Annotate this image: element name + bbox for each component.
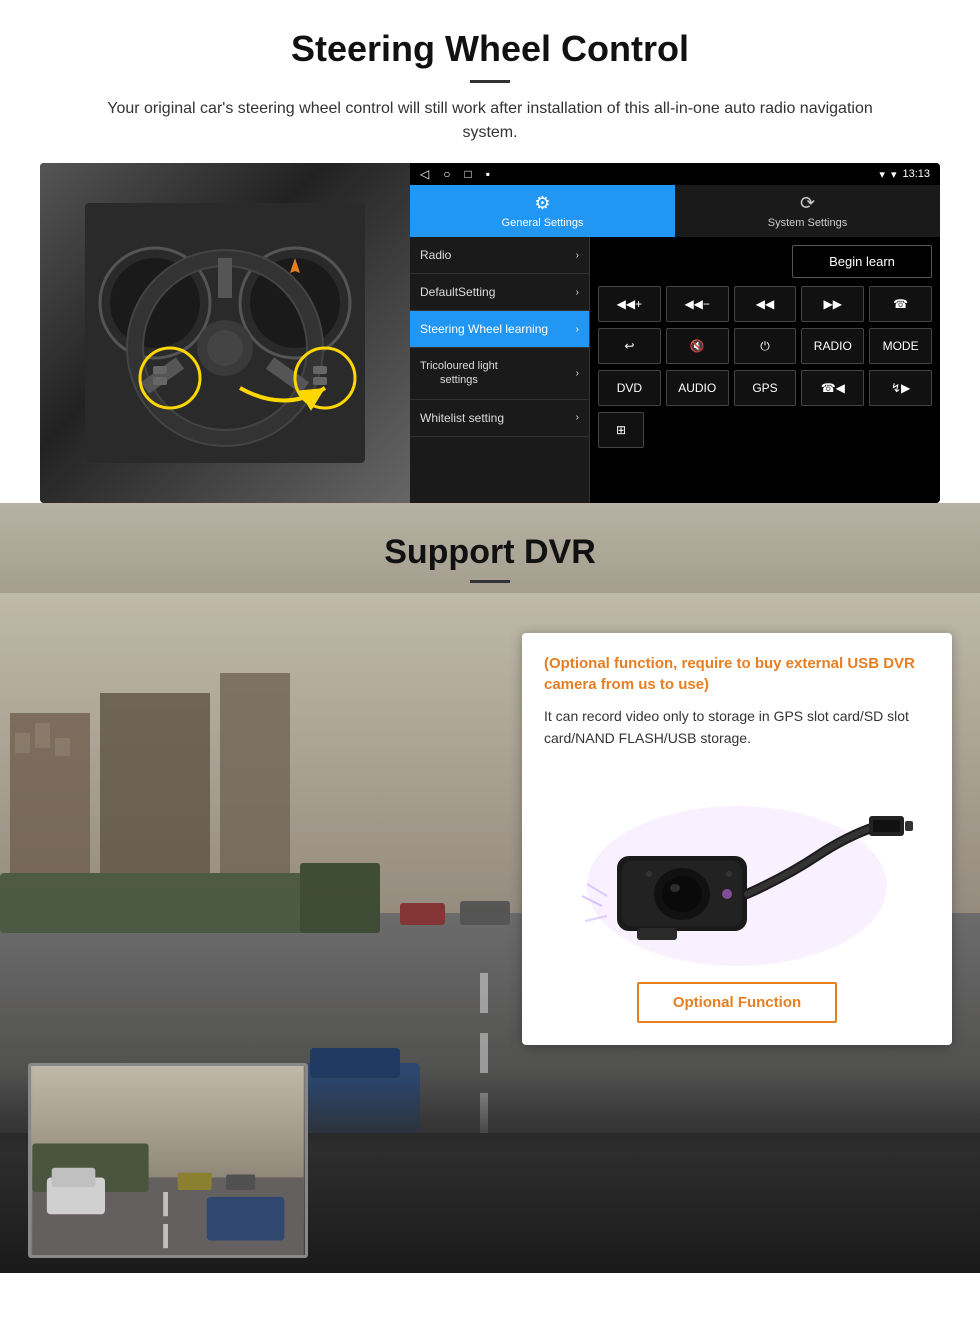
android-ui: ◁ ○ □ ▪ ▾ ▾ 13:13 ⚙ General Settings ⟳ S… (410, 163, 940, 503)
chevron-right-icon: › (576, 324, 579, 335)
dvr-thumbnail (28, 1063, 308, 1258)
dvr-title-area: Support DVR (0, 503, 980, 599)
ctrl-menu[interactable]: ⊞ (598, 412, 644, 448)
tab-bar: ⚙ General Settings ⟳ System Settings (410, 185, 940, 237)
ctrl-audio[interactable]: AUDIO (666, 370, 729, 406)
ctrl-phone[interactable]: ☎ (869, 286, 932, 322)
ctrl-row-2: ↩ 🔇 ⏻ RADIO MODE (598, 328, 932, 364)
dvr-optional-heading: (Optional function, require to buy exter… (544, 653, 930, 695)
ctrl-row-4: ⊞ (598, 412, 932, 448)
dvr-camera-area (544, 766, 930, 966)
menu-tricoloured-label: Tricoloured lightsettings (420, 359, 498, 388)
content-area: Radio › DefaultSetting › Steering Wheel … (410, 237, 940, 503)
car-wheel-image (40, 163, 410, 503)
optional-function-button[interactable]: Optional Function (637, 982, 837, 1023)
ctrl-power[interactable]: ⏻ (734, 328, 797, 364)
gear-icon: ⚙ (534, 193, 550, 214)
tab-general-settings[interactable]: ⚙ General Settings (410, 185, 675, 237)
car-panel: ◁ ○ □ ▪ ▾ ▾ 13:13 ⚙ General Settings ⟳ S… (40, 163, 940, 503)
menu-item-whitelist[interactable]: Whitelist setting › (410, 400, 589, 437)
menu-radio-label: Radio (420, 248, 451, 262)
steering-description: Your original car's steering wheel contr… (80, 97, 900, 145)
status-time: 13:13 (902, 168, 930, 180)
ctrl-row-1: ◀◀+ ◀◀− ◀◀ ▶▶ ☎ (598, 286, 932, 322)
ctrl-prev[interactable]: ◀◀ (734, 286, 797, 322)
ctrl-vol-up[interactable]: ◀◀+ (598, 286, 661, 322)
ctrl-gps[interactable]: GPS (734, 370, 797, 406)
chevron-right-icon: › (576, 287, 579, 298)
menu-steering-label: Steering Wheel learning (420, 322, 548, 336)
signal-icon: ▾ (879, 168, 885, 181)
title-divider (470, 80, 510, 83)
ctrl-mode[interactable]: MODE (869, 328, 932, 364)
nav-back-icon: ◁ (420, 167, 429, 181)
ctrl-phone-next[interactable]: ↯▶ (869, 370, 932, 406)
ctrl-phone-prev[interactable]: ☎◀ (801, 370, 864, 406)
steering-section: Steering Wheel Control Your original car… (0, 0, 980, 503)
menu-list: Radio › DefaultSetting › Steering Wheel … (410, 237, 590, 503)
dvr-title: Support DVR (0, 533, 980, 572)
ctrl-radio[interactable]: RADIO (801, 328, 864, 364)
nav-home-icon: ○ (443, 167, 450, 181)
menu-default-label: DefaultSetting (420, 285, 495, 299)
nav-dot-icon: ▪ (486, 167, 490, 181)
status-bar: ◁ ○ □ ▪ ▾ ▾ 13:13 (410, 163, 940, 185)
dvr-section: Support DVR (Optional function, require … (0, 503, 980, 1273)
dvr-camera-svg (557, 766, 917, 966)
menu-item-radio[interactable]: Radio › (410, 237, 589, 274)
menu-whitelist-label: Whitelist setting (420, 411, 504, 425)
tab-system-settings[interactable]: ⟳ System Settings (675, 185, 940, 237)
wifi-icon: ▾ (891, 168, 897, 181)
menu-item-defaultsetting[interactable]: DefaultSetting › (410, 274, 589, 311)
menu-item-tricoloured[interactable]: Tricoloured lightsettings › (410, 348, 589, 400)
begin-learn-row: Begin learn (598, 245, 932, 278)
dvr-description: It can record video only to storage in G… (544, 705, 930, 750)
ctrl-mute[interactable]: 🔇 (666, 328, 729, 364)
ctrl-row-3: DVD AUDIO GPS ☎◀ ↯▶ (598, 370, 932, 406)
ctrl-dvd[interactable]: DVD (598, 370, 661, 406)
chevron-right-icon: › (576, 250, 579, 261)
controls-area: Begin learn ◀◀+ ◀◀− ◀◀ ▶▶ ☎ ↩ 🔇 ⏻ (590, 237, 940, 503)
ctrl-hangup[interactable]: ↩ (598, 328, 661, 364)
tab-general-label: General Settings (502, 217, 584, 229)
system-icon: ⟳ (800, 193, 815, 214)
dvr-info-card: (Optional function, require to buy exter… (522, 633, 952, 1045)
ctrl-next[interactable]: ▶▶ (801, 286, 864, 322)
steering-title: Steering Wheel Control (40, 28, 940, 70)
dvr-thumb-inner (31, 1066, 305, 1255)
nav-icons: ◁ ○ □ ▪ (420, 167, 490, 181)
begin-learn-button[interactable]: Begin learn (792, 245, 932, 278)
ctrl-vol-down[interactable]: ◀◀− (666, 286, 729, 322)
nav-square-icon: □ (464, 167, 471, 181)
dvr-thumb-svg (31, 1066, 305, 1255)
dvr-divider (470, 580, 510, 583)
chevron-right-icon: › (576, 412, 579, 423)
tab-system-label: System Settings (768, 217, 847, 229)
menu-item-steering-wheel-learning[interactable]: Steering Wheel learning › (410, 311, 589, 348)
chevron-right-icon: › (576, 368, 579, 379)
